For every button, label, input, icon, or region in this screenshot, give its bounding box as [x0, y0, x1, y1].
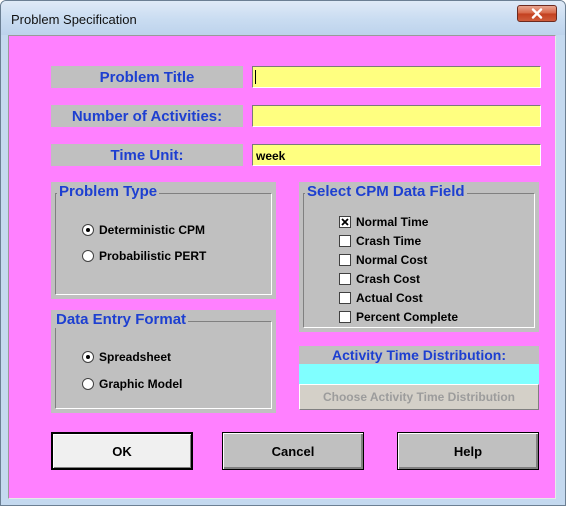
radio-button[interactable]: [82, 378, 94, 390]
problem-title-input[interactable]: [252, 66, 541, 88]
time-unit-input[interactable]: week: [252, 144, 541, 166]
problem-type-group: Problem Type Deterministic CPM Probabili…: [51, 182, 276, 299]
ok-button[interactable]: OK: [51, 432, 193, 470]
time-unit-label: Time Unit:: [51, 144, 243, 166]
checkbox-normal-time[interactable]: Normal Time: [339, 214, 428, 230]
choose-activity-time-distribution-button[interactable]: Choose Activity Time Distribution: [299, 384, 539, 410]
checkbox-actual-cost[interactable]: Actual Cost: [339, 290, 423, 306]
problem-type-title: Problem Type: [57, 183, 160, 200]
checkbox[interactable]: [339, 292, 351, 304]
cpm-data-field-group: Select CPM Data Field Normal Time Crash …: [299, 182, 539, 332]
time-unit-value: week: [256, 149, 286, 163]
title-bar[interactable]: Problem Specification: [1, 1, 565, 35]
close-icon: [531, 8, 543, 19]
cpm-data-field-title: Select CPM Data Field: [305, 183, 467, 200]
radio-deterministic-cpm[interactable]: Deterministic CPM: [82, 222, 205, 238]
checkbox[interactable]: [339, 311, 351, 323]
checkbox-percent-complete[interactable]: Percent Complete: [339, 309, 458, 325]
activity-time-distribution-label: Activity Time Distribution:: [299, 346, 539, 364]
checkbox[interactable]: [339, 254, 351, 266]
radio-button-selected[interactable]: [82, 351, 94, 363]
dialog-body: Problem Title Number of Activities: Time…: [8, 35, 556, 499]
activity-time-distribution-value: [299, 364, 539, 384]
checkbox-crash-cost[interactable]: Crash Cost: [339, 271, 420, 287]
check-x-icon: [341, 218, 349, 226]
help-button[interactable]: Help: [397, 432, 539, 470]
checkbox-normal-cost[interactable]: Normal Cost: [339, 252, 427, 268]
num-activities-label: Number of Activities:: [51, 105, 243, 127]
window-title: Problem Specification: [11, 12, 137, 27]
radio-button-selected[interactable]: [82, 224, 94, 236]
text-caret: [255, 70, 256, 84]
radio-probabilistic-pert[interactable]: Probabilistic PERT: [82, 248, 206, 264]
problem-specification-dialog: Problem Specification Problem Title Numb…: [0, 0, 566, 506]
radio-graphic-model[interactable]: Graphic Model: [82, 376, 182, 392]
data-entry-format-group: Data Entry Format Spreadsheet Graphic Mo…: [51, 310, 276, 413]
checkbox-crash-time[interactable]: Crash Time: [339, 233, 421, 249]
checkbox[interactable]: [339, 235, 351, 247]
cancel-button[interactable]: Cancel: [222, 432, 364, 470]
close-button[interactable]: [517, 5, 557, 22]
checkbox[interactable]: [339, 273, 351, 285]
num-activities-input[interactable]: [252, 105, 541, 127]
problem-title-label: Problem Title: [51, 66, 243, 88]
checkbox-checked[interactable]: [339, 216, 351, 228]
radio-spreadsheet[interactable]: Spreadsheet: [82, 349, 171, 365]
data-entry-format-title: Data Entry Format: [54, 311, 189, 328]
radio-button[interactable]: [82, 250, 94, 262]
